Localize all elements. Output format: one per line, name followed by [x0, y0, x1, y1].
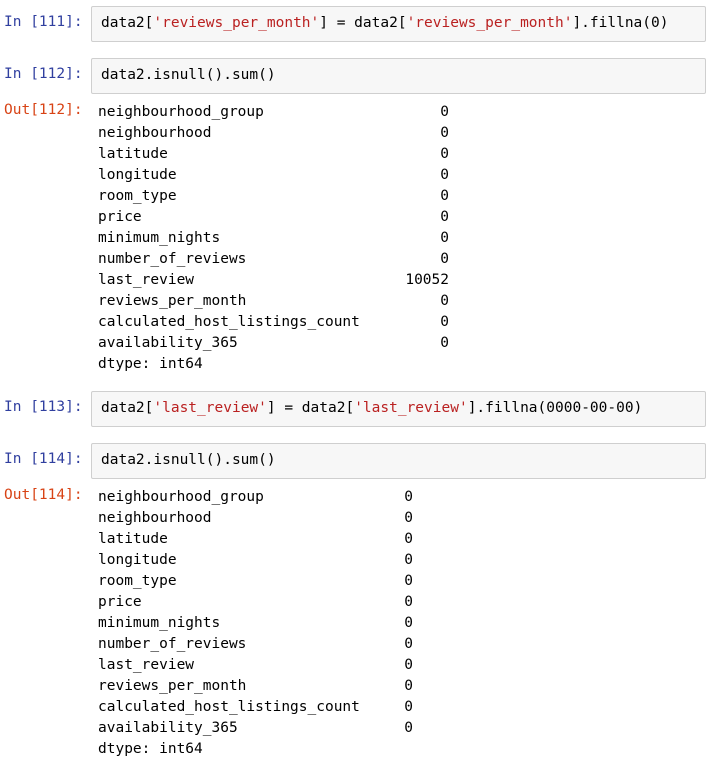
- output-value: 0: [404, 699, 413, 715]
- output-value: 0: [440, 188, 449, 204]
- output-dtype: dtype: int64: [98, 741, 203, 757]
- output-value: 0: [440, 146, 449, 162]
- code-input-112[interactable]: data2.isnull().sum(): [91, 58, 706, 94]
- output-row: minimum_nights 0: [98, 613, 413, 634]
- output-value: 0: [440, 104, 449, 120]
- output-row: neighbourhood_group 0: [98, 102, 449, 123]
- output-row: longitude 0: [98, 165, 449, 186]
- output-row: number_of_reviews 0: [98, 634, 413, 655]
- code-token: ].fillna(0): [572, 15, 669, 31]
- output-row: availability_365 0: [98, 333, 449, 354]
- output-value: 0: [440, 335, 449, 351]
- output-prompt: Out[114]:: [4, 487, 83, 503]
- code-text: data2['last_review'] = data2['last_revie…: [101, 400, 642, 416]
- code-text: data2.isnull().sum(): [101, 452, 276, 468]
- output-value: 0: [404, 678, 413, 694]
- output-row: calculated_host_listings_count 0: [98, 312, 449, 333]
- code-text: data2.isnull().sum(): [101, 67, 276, 83]
- output-value: 0: [440, 251, 449, 267]
- output-row: last_review 0: [98, 655, 413, 676]
- code-token: data2.isnull().sum(): [101, 452, 276, 468]
- output-row: room_type 0: [98, 571, 413, 592]
- output-row: price 0: [98, 592, 413, 613]
- code-string: 'last_review': [153, 400, 267, 416]
- code-text: data2['reviews_per_month'] = data2['revi…: [101, 15, 668, 31]
- output-value: 0: [440, 230, 449, 246]
- output-value: 0: [440, 314, 449, 330]
- code-input-114[interactable]: data2.isnull().sum(): [91, 443, 706, 479]
- code-string: 'last_review': [354, 400, 468, 416]
- output-value: 0: [404, 489, 413, 505]
- output-value: 0: [404, 657, 413, 673]
- output-value: 0: [440, 293, 449, 309]
- code-string: 'reviews_per_month': [153, 15, 320, 31]
- output-prompt: Out[112]:: [4, 102, 83, 118]
- cell-112: In [112]: data2.isnull().sum(): [0, 55, 706, 95]
- output-value: 0: [404, 552, 413, 568]
- output-row: neighbourhood 0: [98, 123, 449, 144]
- output-row: availability_365 0: [98, 718, 413, 739]
- code-token: data2[: [101, 15, 154, 31]
- output-row: latitude 0: [98, 529, 413, 550]
- output-row: room_type 0: [98, 186, 449, 207]
- output-value: 0: [404, 615, 413, 631]
- output-row: neighbourhood_group 0: [98, 487, 413, 508]
- input-prompt: In [113]:: [4, 399, 83, 415]
- output-value: 10052: [405, 272, 449, 288]
- output-row: price 0: [98, 207, 449, 228]
- cell-113: In [113]: data2['last_review'] = data2['…: [0, 388, 706, 428]
- output-value: 0: [404, 720, 413, 736]
- output-row: reviews_per_month 0: [98, 676, 413, 697]
- output-dtype: dtype: int64: [98, 356, 203, 372]
- output-row: last_review 10052: [98, 270, 449, 291]
- code-string: 'reviews_per_month': [406, 15, 573, 31]
- code-token: ].fillna(0000-00-00): [467, 400, 643, 416]
- output-value: 0: [404, 573, 413, 589]
- code-token: data2.isnull().sum(): [101, 67, 276, 83]
- output-value: 0: [404, 510, 413, 526]
- output-value: 0: [404, 594, 413, 610]
- output-row: neighbourhood 0: [98, 508, 413, 529]
- cell-111: In [111]: data2['reviews_per_month'] = d…: [0, 3, 706, 43]
- output-value: 0: [404, 636, 413, 652]
- output-row: latitude 0: [98, 144, 449, 165]
- output-text: neighbourhood_group 0 neighbourhood 0 latitu…: [98, 487, 413, 760]
- code-input-113[interactable]: data2['last_review'] = data2['last_revie…: [91, 391, 706, 427]
- code-token: data2[: [101, 400, 154, 416]
- output-row: reviews_per_month 0: [98, 291, 449, 312]
- output-value: 0: [404, 531, 413, 547]
- input-prompt: In [112]:: [4, 66, 83, 82]
- output-row: calculated_host_listings_count 0: [98, 697, 413, 718]
- output-text: neighbourhood_group 0 neighbourhood 0 latitu…: [98, 102, 449, 375]
- code-token: ] = data2[: [266, 400, 355, 416]
- output-row: number_of_reviews 0: [98, 249, 449, 270]
- output-value: 0: [440, 125, 449, 141]
- output-value: 0: [440, 209, 449, 225]
- code-token: ] = data2[: [319, 15, 407, 31]
- output-row: minimum_nights 0: [98, 228, 449, 249]
- cell-114: In [114]: data2.isnull().sum(): [0, 440, 706, 480]
- input-prompt: In [111]:: [4, 14, 83, 30]
- input-prompt: In [114]:: [4, 451, 83, 467]
- code-input-111[interactable]: data2['reviews_per_month'] = data2['revi…: [91, 6, 706, 42]
- output-value: 0: [440, 167, 449, 183]
- output-row: longitude 0: [98, 550, 413, 571]
